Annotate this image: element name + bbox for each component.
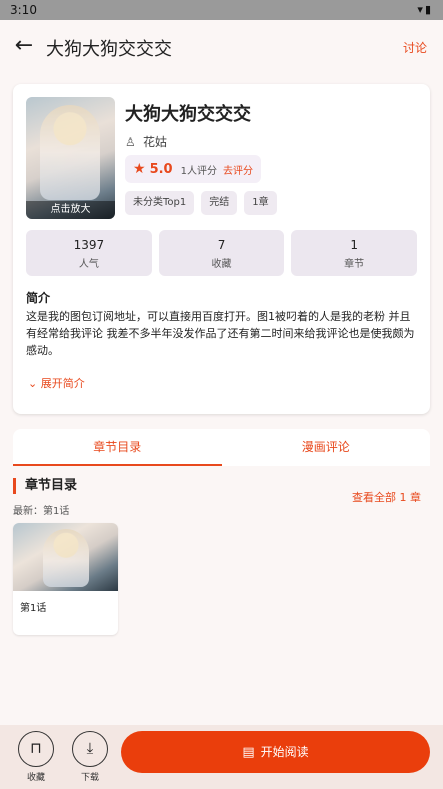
chevron-down-icon: ⌄ <box>28 377 38 390</box>
tag-chapters: 1章 <box>244 191 277 215</box>
stat-popularity: 1397 人气 <box>26 230 152 276</box>
stat-value: 1 <box>350 238 358 252</box>
view-all-chapters-link[interactable]: 查看全部 1 章 <box>352 489 421 505</box>
download-button[interactable]: ⤓ <box>72 731 108 767</box>
book-info-card: 点击放大 大狗大狗交交交 ♙ 花姑 ★ 5.0 1人评分 去评分 未分类Top1 … <box>13 84 430 414</box>
discussion-link[interactable]: 讨论 <box>403 39 427 56</box>
chapter-card[interactable]: 第1话 <box>13 523 118 635</box>
author-name: 花姑 <box>143 135 168 149</box>
expand-intro-button[interactable]: ⌄ 展开简介 <box>28 375 85 391</box>
chapter-section: 章节目录 最新：第1话 查看全部 1 章 第1话 <box>0 466 443 726</box>
stat-favorites: 7 收藏 <box>158 230 285 276</box>
rating-score: 5.0 <box>149 161 173 177</box>
tag-category[interactable]: 未分类Top1 <box>125 191 195 215</box>
favorite-label: 收藏 <box>26 773 45 783</box>
download-label: 下载 <box>80 773 99 783</box>
chapter-artwork <box>43 529 89 587</box>
tab-comic-comments[interactable]: 漫画评论 <box>222 429 431 466</box>
tab-chapter-list[interactable]: 章节目录 <box>13 429 222 466</box>
intro-heading: 简介 <box>26 291 51 305</box>
stat-value: 7 <box>217 238 226 252</box>
page-title: 大狗大狗交交交 <box>46 39 172 60</box>
chapter-thumbnail <box>13 523 118 591</box>
status-icons: ▾▮ <box>417 3 433 16</box>
chapter-name: 第1话 <box>20 603 47 614</box>
app-bar: ← 大狗大狗交交交 讨论 <box>0 20 443 74</box>
status-bar: 3:10 ▾▮ <box>0 0 443 20</box>
stat-label: 人气 <box>78 259 99 270</box>
open-book-icon: ▤ <box>242 745 255 760</box>
stat-value: 1397 <box>73 238 105 252</box>
cover-zoom-label: 点击放大 <box>26 201 115 219</box>
stat-label: 章节 <box>344 259 365 270</box>
book-title: 大狗大狗交交交 <box>125 104 251 125</box>
download-icon: ⤓ <box>86 739 94 757</box>
rating-pill: ★ 5.0 1人评分 去评分 <box>125 155 261 183</box>
cover-artwork <box>40 105 100 200</box>
user-icon: ♙ <box>125 135 136 149</box>
start-reading-button[interactable]: ▤ 开始阅读 <box>121 731 430 773</box>
cover-image[interactable]: 点击放大 <box>26 97 115 219</box>
status-time: 3:10 <box>10 3 37 17</box>
wifi-icon: ▾ <box>417 3 425 16</box>
stats-row: 1397 人气 7 收藏 1 章节 <box>26 230 418 276</box>
rating-count: 1人评分 <box>180 165 217 177</box>
stat-chapters: 1 章节 <box>291 230 418 276</box>
rate-link[interactable]: 去评分 <box>223 162 253 177</box>
tab-bar: 章节目录 漫画评论 <box>13 429 430 466</box>
battery-icon: ▮ <box>424 3 433 16</box>
stat-label: 收藏 <box>211 259 232 270</box>
latest-chapter-text: 最新：第1话 <box>13 506 70 517</box>
expand-intro-label: 展开简介 <box>40 377 85 390</box>
bookmark-icon: ⊓ <box>30 739 42 757</box>
back-arrow-icon[interactable]: ← <box>10 32 38 60</box>
author-row[interactable]: ♙ 花姑 <box>125 133 167 150</box>
bottom-action-bar: ⊓ 收藏 ⤓ 下载 ▤ 开始阅读 <box>0 725 443 789</box>
chapter-section-title: 章节目录 <box>13 478 77 494</box>
start-reading-label: 开始阅读 <box>260 745 309 759</box>
intro-text: 这是我的图包订阅地址，可以直接用百度打开。图1被叼着的人是我的老粉 并且有经常给… <box>26 310 415 357</box>
tag-list: 未分类Top1 完结 1章 <box>125 191 277 215</box>
favorite-button[interactable]: ⊓ <box>18 731 54 767</box>
tag-status: 完结 <box>201 191 238 215</box>
star-icon: ★ <box>133 161 146 177</box>
